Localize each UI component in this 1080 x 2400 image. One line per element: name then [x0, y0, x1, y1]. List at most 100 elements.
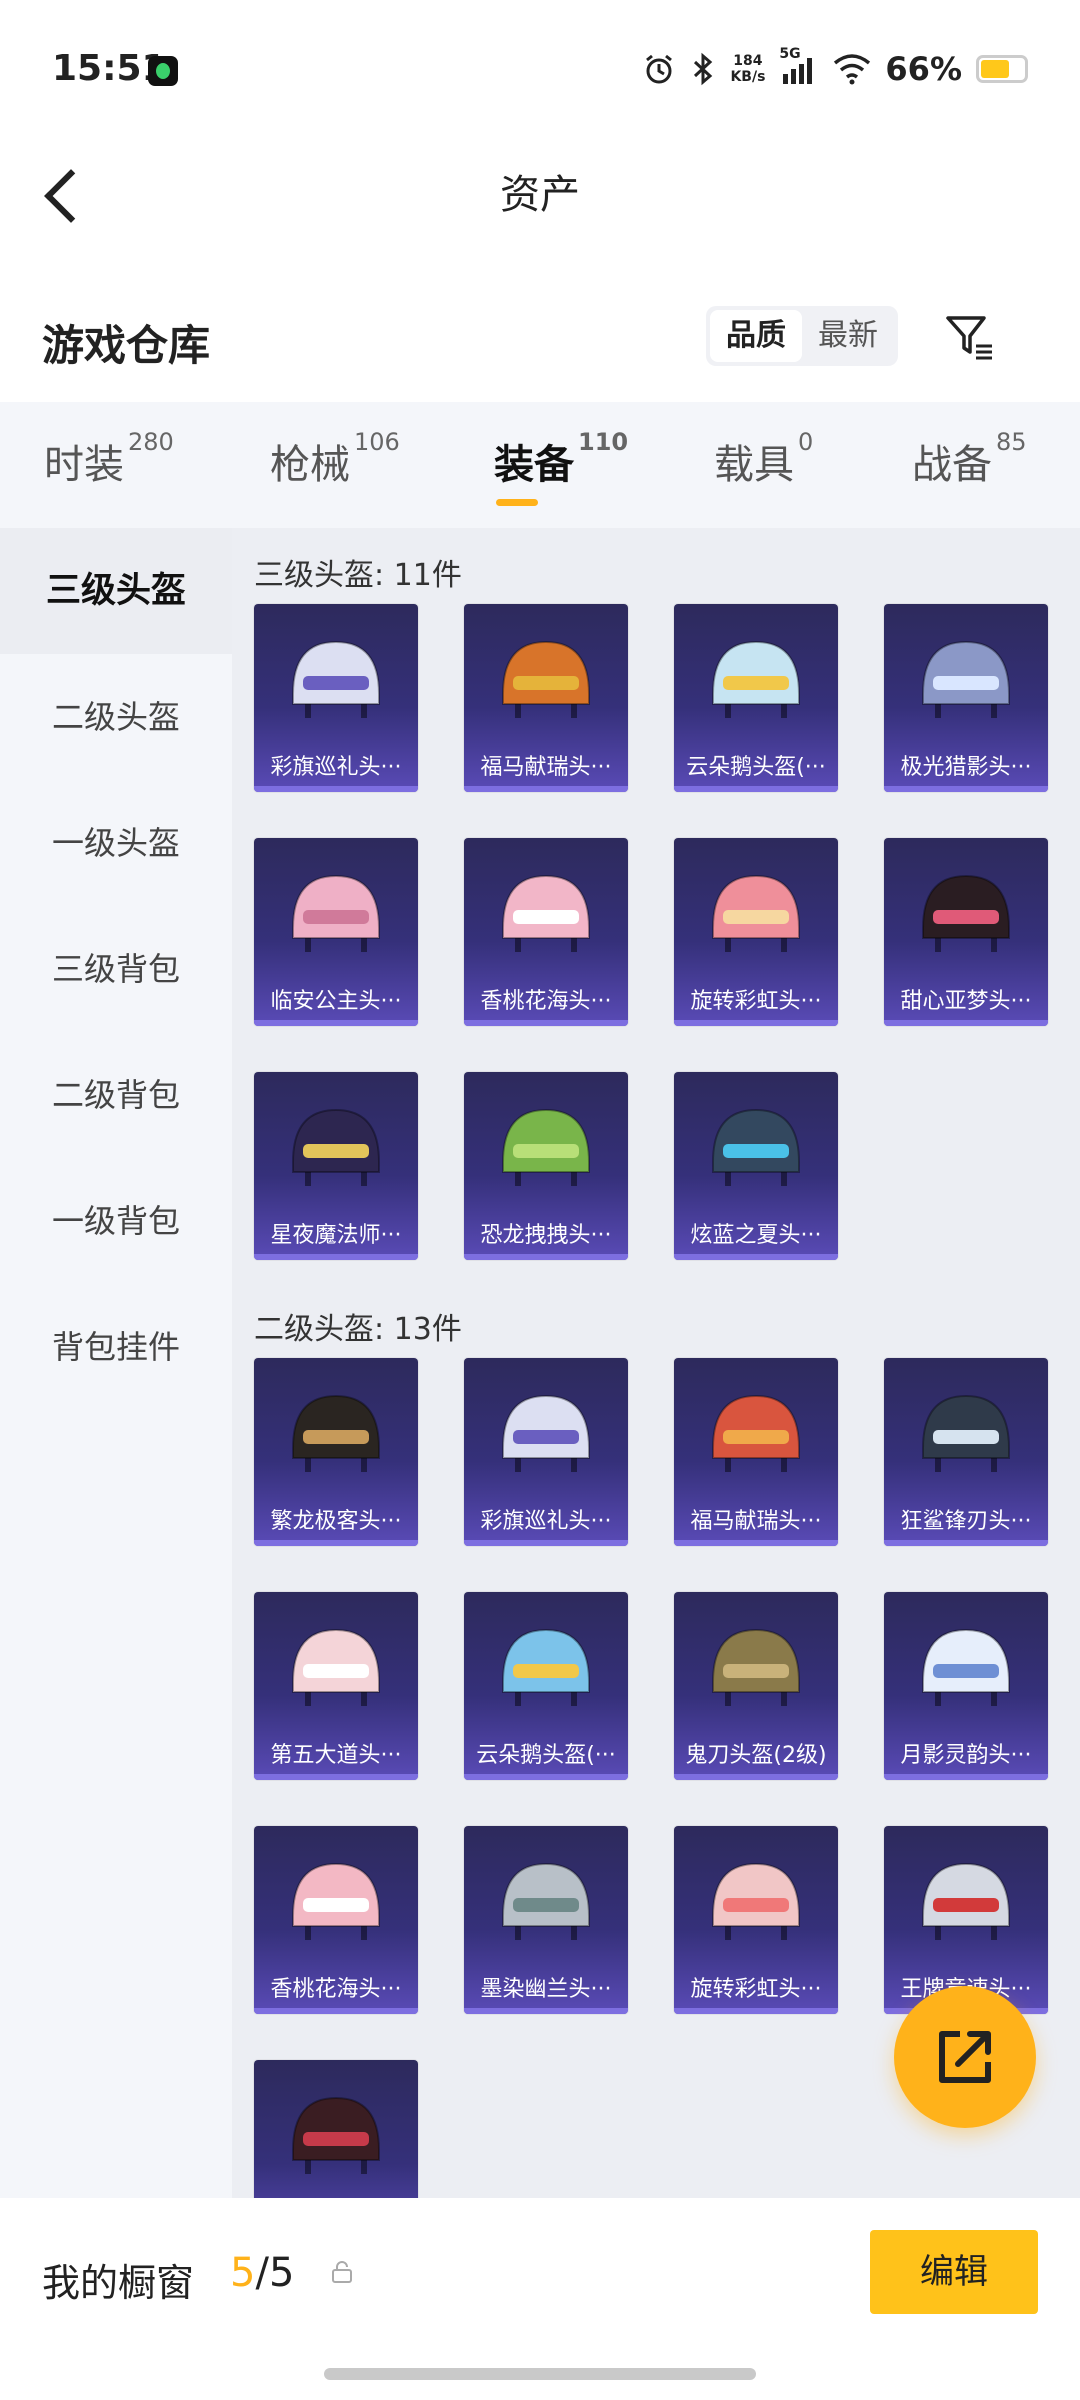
helmet-icon	[712, 640, 800, 718]
alarm-icon	[646, 54, 673, 84]
item-card[interactable]: 炫蓝之夏头···	[674, 1072, 838, 1260]
item-card-name: 恐龙拽拽头···	[480, 1223, 612, 1248]
helmet-icon	[922, 874, 1010, 952]
group-label-level2: 二级头盔: 13件	[254, 1312, 462, 1347]
share-external-icon	[939, 2031, 991, 2083]
helmet-icon	[502, 1628, 590, 1706]
sidebar-item-backpack-charm[interactable]: 背包挂件	[0, 1284, 232, 1410]
category-sidebar: 三级头盔 二级头盔 一级头盔 三级背包 二级背包 一级背包 背包挂件	[0, 528, 232, 2198]
item-card[interactable]: 月影灵韵头···	[884, 1592, 1048, 1780]
helmet-icon	[922, 1394, 1010, 1472]
sidebar-item-level1-backpack[interactable]: 一级背包	[0, 1158, 232, 1284]
item-card[interactable]	[254, 2060, 418, 2198]
helmet-icon	[292, 2096, 380, 2174]
sort-option-newest[interactable]: 最新	[802, 310, 894, 362]
helmet-icon	[712, 874, 800, 952]
helmet-icon	[502, 1108, 590, 1186]
helmet-icon	[922, 1628, 1010, 1706]
item-card-name: 福马献瑞头···	[690, 1509, 822, 1534]
battery-percent: 66%	[885, 50, 962, 88]
bluetooth-icon	[694, 52, 713, 86]
item-card[interactable]: 第五大道头···	[254, 1592, 418, 1780]
helmet-icon	[292, 1862, 380, 1940]
item-card[interactable]: 极光猎影头···	[884, 604, 1048, 792]
sort-option-quality[interactable]: 品质	[710, 310, 802, 362]
item-card[interactable]: 香桃花海头···	[464, 838, 628, 1026]
item-card[interactable]: 福马献瑞头···	[674, 1358, 838, 1546]
helmet-icon	[502, 1862, 590, 1940]
item-card-name: 第五大道头···	[270, 1743, 402, 1768]
tab-fashion[interactable]: 时装 280	[44, 428, 174, 490]
item-card-name: 甜心亚梦头···	[900, 989, 1032, 1014]
item-card[interactable]: 香桃花海头···	[254, 1826, 418, 2014]
sidebar-item-level2-helmet[interactable]: 二级头盔	[0, 654, 232, 780]
item-card[interactable]: 旋转彩虹头···	[674, 1826, 838, 2014]
item-card[interactable]: 墨染幽兰头···	[464, 1826, 628, 2014]
item-card-name: 旋转彩虹头···	[690, 1977, 822, 2002]
cellular-signal-icon: 5G	[779, 46, 819, 86]
sidebar-item-level3-backpack[interactable]: 三级背包	[0, 906, 232, 1032]
helmet-icon	[292, 1394, 380, 1472]
item-card[interactable]: 云朵鹅头盔(···	[464, 1592, 628, 1780]
helmet-icon	[292, 1628, 380, 1706]
item-card[interactable]: 彩旗巡礼头···	[254, 604, 418, 792]
helmet-icon	[502, 874, 590, 952]
category-tabs: 时装 280 枪械 106 装备 110 载具 0 战备 85	[0, 402, 1080, 528]
helmet-icon	[292, 1108, 380, 1186]
tab-weapons[interactable]: 枪械 106	[270, 428, 400, 490]
item-card[interactable]: 旋转彩虹头···	[674, 838, 838, 1026]
page-title: 资产	[500, 172, 580, 218]
item-card-name: 香桃花海头···	[480, 989, 612, 1014]
helmet-icon	[712, 1862, 800, 1940]
helmet-icon	[502, 1394, 590, 1472]
item-card[interactable]: 福马献瑞头···	[464, 604, 628, 792]
item-card[interactable]: 狂鲨锋刃头···	[884, 1358, 1048, 1546]
item-card-name: 香桃花海头···	[270, 1977, 402, 2002]
item-card-name: 旋转彩虹头···	[690, 989, 822, 1014]
item-grid: 三级头盔: 11件 二级头盔: 13件 彩旗巡礼头··· 福马献瑞头··· 云朵鹅头…	[232, 528, 1080, 2198]
item-card[interactable]: 恐龙拽拽头···	[464, 1072, 628, 1260]
edit-button[interactable]: 编辑	[870, 2230, 1038, 2314]
item-card[interactable]: 星夜魔法师···	[254, 1072, 418, 1260]
item-card-name: 云朵鹅头盔(···	[476, 1743, 616, 1768]
bottom-bar: 我的橱窗 5/5 编辑	[0, 2198, 1080, 2400]
active-tab-indicator	[496, 499, 538, 506]
helmet-icon	[922, 640, 1010, 718]
status-icons: 184 KB/s 5G 66%	[642, 46, 1028, 88]
sort-toggle: 品质 最新	[706, 306, 898, 366]
home-indicator	[324, 2368, 756, 2380]
filter-icon[interactable]	[940, 308, 1000, 368]
item-card[interactable]: 云朵鹅头盔(···	[674, 604, 838, 792]
item-card[interactable]: 鬼刀头盔(2级)	[674, 1592, 838, 1780]
sidebar-item-level2-backpack[interactable]: 二级背包	[0, 1032, 232, 1158]
item-card-name: 临安公主头···	[270, 989, 402, 1014]
tab-vehicles[interactable]: 载具 0	[714, 428, 813, 490]
item-card-name: 极光猎影头···	[900, 755, 1032, 780]
section-title: 游戏仓库	[42, 321, 211, 370]
top-app-bar: 资产	[0, 140, 1080, 250]
item-card-name: 月影灵韵头···	[900, 1743, 1032, 1768]
item-card-name: 彩旗巡礼头···	[270, 755, 402, 780]
showcase-label: 我的橱窗	[42, 2261, 195, 2305]
sidebar-item-level3-helmet[interactable]: 三级头盔	[0, 528, 232, 654]
helmet-icon	[292, 874, 380, 952]
helmet-icon	[922, 1862, 1010, 1940]
item-card[interactable]: 彩旗巡礼头···	[464, 1358, 628, 1546]
helmet-icon	[292, 640, 380, 718]
helmet-icon	[712, 1108, 800, 1186]
share-fab[interactable]	[894, 1986, 1036, 2128]
status-bar: 15:51 184 KB/s 5G 66%	[0, 0, 1080, 140]
tab-supplies[interactable]: 战备 85	[912, 428, 1027, 490]
battery-level-fill	[981, 60, 1009, 78]
item-card-name: 云朵鹅头盔(···	[686, 755, 826, 780]
helmet-icon	[712, 1628, 800, 1706]
sidebar-item-level1-helmet[interactable]: 一级头盔	[0, 780, 232, 906]
helmet-icon	[712, 1394, 800, 1472]
item-card[interactable]: 繁龙极客头···	[254, 1358, 418, 1546]
tab-equipment[interactable]: 装备 110	[494, 428, 628, 490]
item-card[interactable]: 临安公主头···	[254, 838, 418, 1026]
item-card-name: 鬼刀头盔(2级)	[685, 1743, 827, 1768]
network-speed: 184 KB/s	[730, 53, 766, 85]
item-card[interactable]: 甜心亚梦头···	[884, 838, 1048, 1026]
item-card-name: 墨染幽兰头···	[480, 1977, 612, 2002]
